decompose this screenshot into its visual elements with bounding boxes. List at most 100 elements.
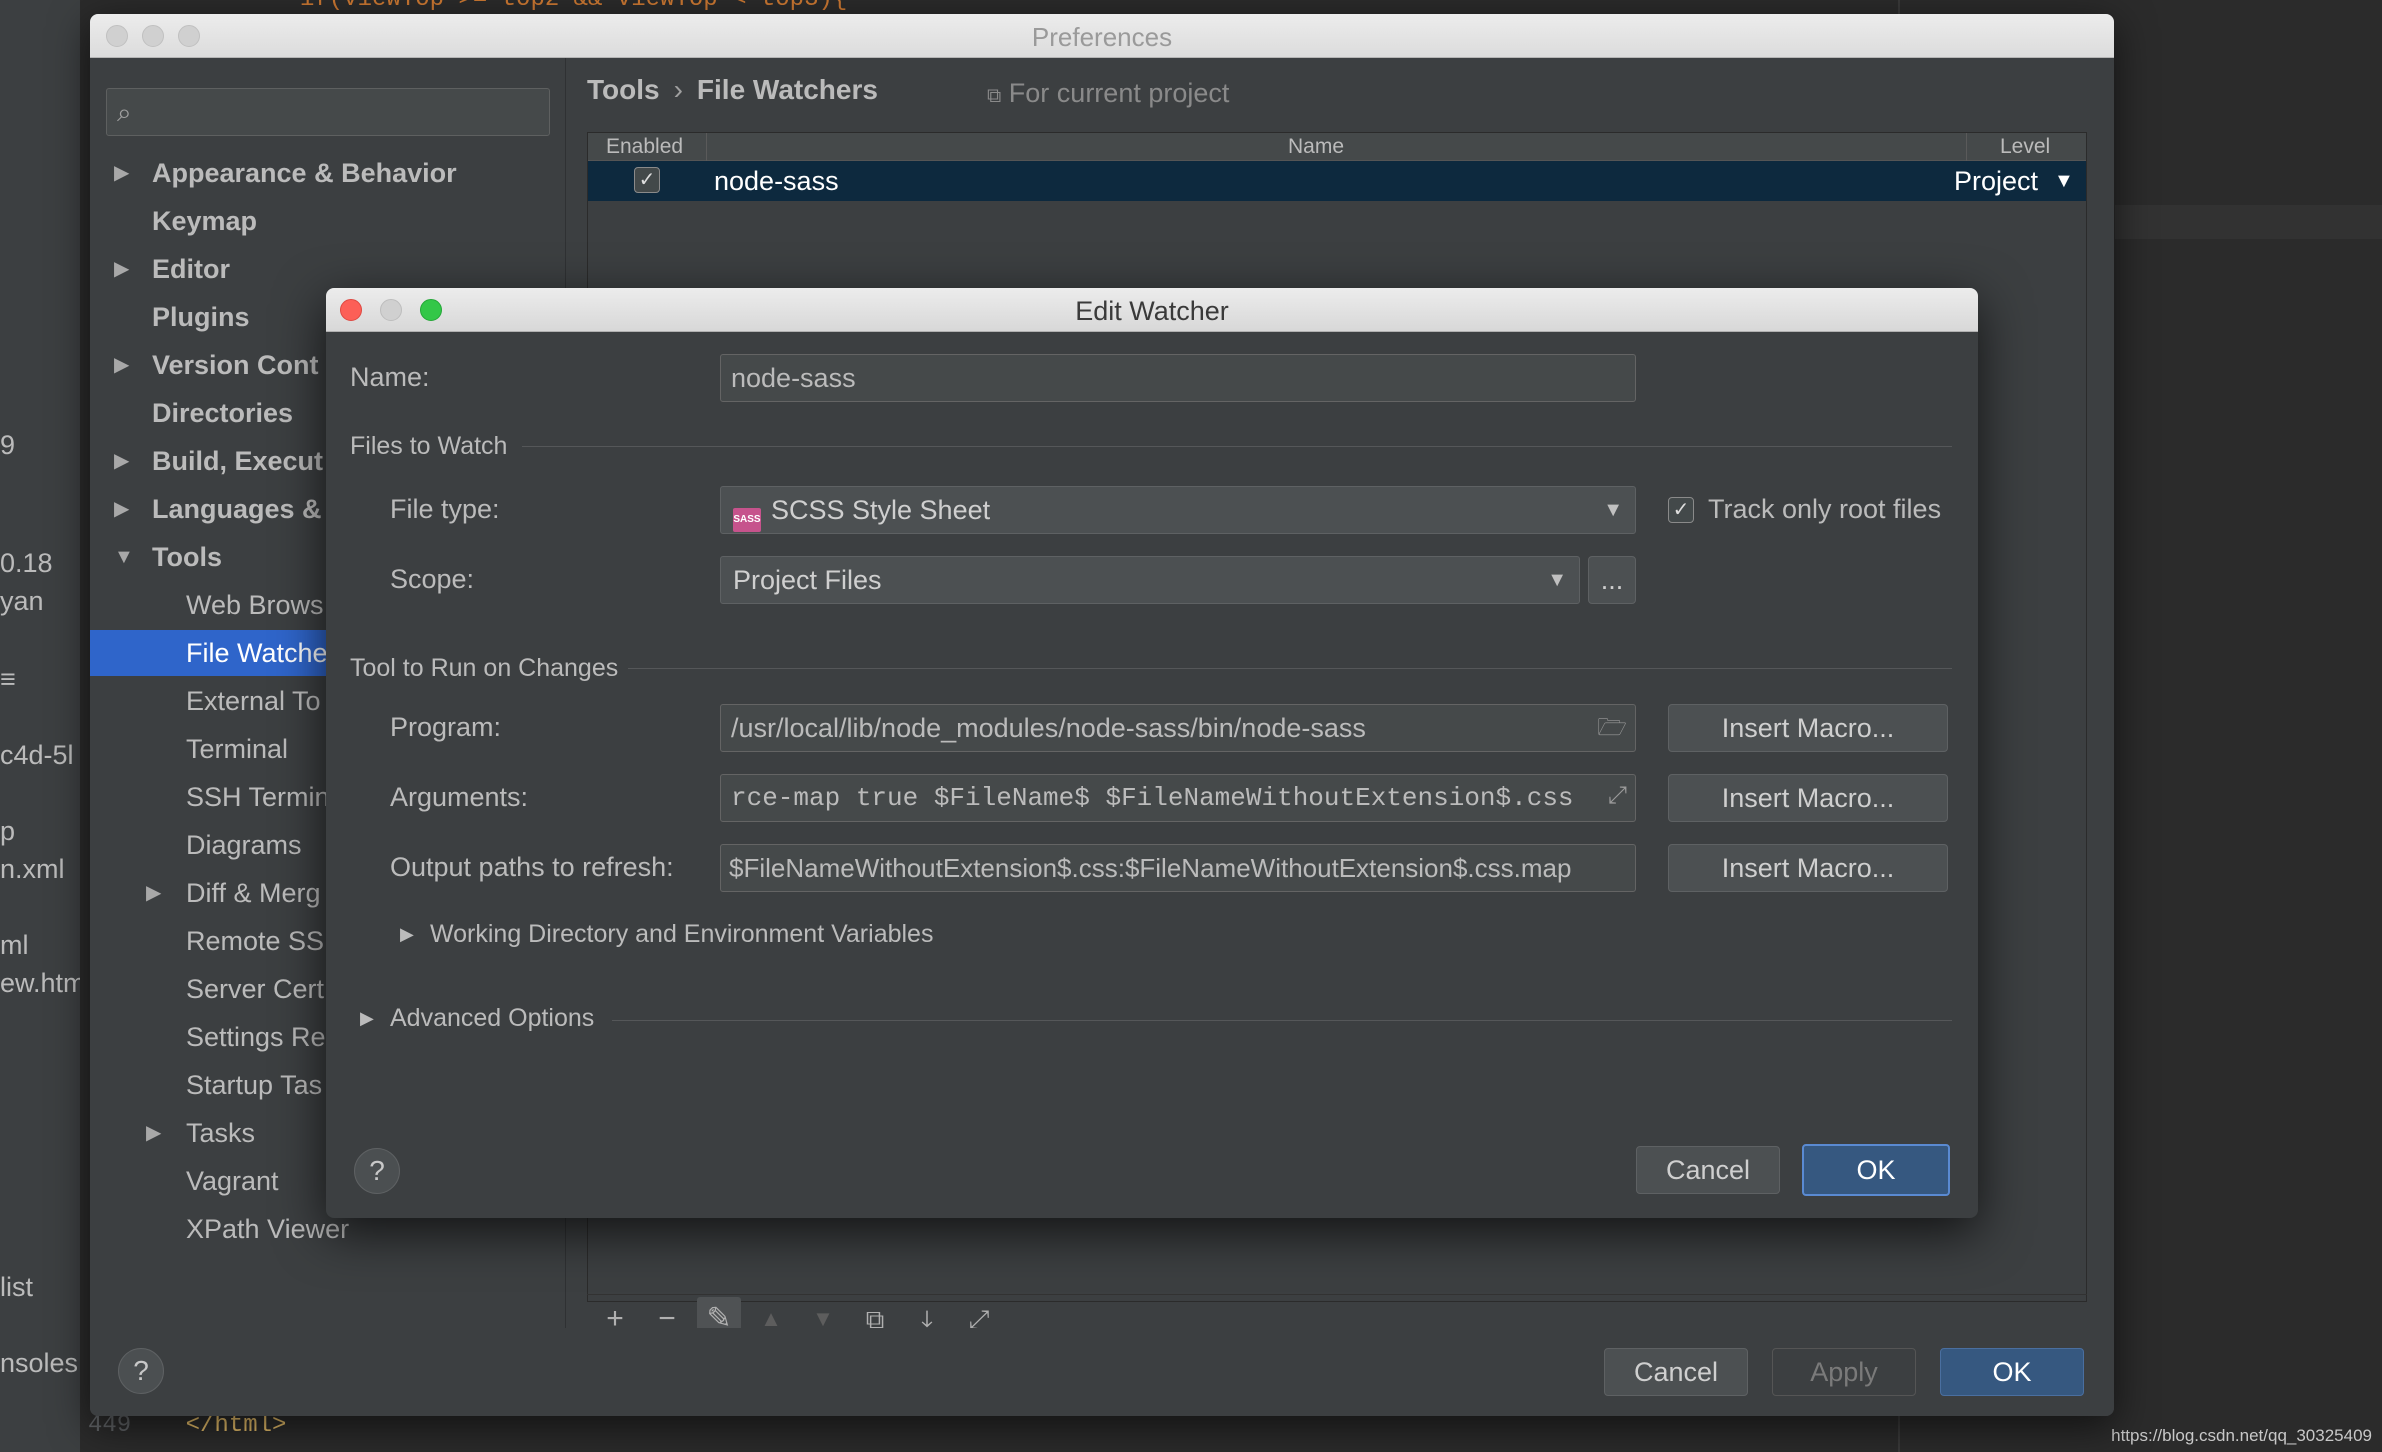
project-tree-fragment: ml xyxy=(0,930,29,960)
file-type-value: SCSS Style Sheet xyxy=(771,495,991,525)
name-field[interactable]: node-sass xyxy=(720,354,1636,402)
chevron-right-icon[interactable]: ▶ xyxy=(146,1110,161,1156)
chevron-down-icon: ▼ xyxy=(1603,499,1623,521)
section-divider xyxy=(522,446,1952,447)
project-tree-fragment: nsoles xyxy=(0,1348,79,1378)
project-tree-fragment: 9 xyxy=(0,430,16,460)
advanced-options-toggle[interactable]: Advanced Options xyxy=(390,1004,594,1033)
scope-browse-button[interactable]: ... xyxy=(1588,556,1636,604)
insert-macro-output-button[interactable]: Insert Macro... xyxy=(1668,844,1948,892)
insert-macro-arguments-button[interactable]: Insert Macro... xyxy=(1668,774,1948,822)
table-row[interactable]: ✓ node-sass Project ▼ xyxy=(588,161,2086,201)
dialog-title: Edit Watcher xyxy=(1075,296,1229,326)
arguments-label: Arguments: xyxy=(390,782,529,812)
working-directory-toggle[interactable]: Working Directory and Environment Variab… xyxy=(430,920,933,949)
apply-button[interactable]: Apply xyxy=(1772,1348,1916,1396)
sidebar-item[interactable]: ▶ Appearance & Behavior xyxy=(90,150,566,196)
chevron-right-icon[interactable]: ▶ xyxy=(114,342,129,388)
sidebar-item-label: Terminal xyxy=(186,734,289,764)
chevron-right-icon[interactable]: ▶ xyxy=(114,150,129,196)
enabled-checkbox[interactable]: ✓ xyxy=(634,167,660,193)
project-icon: ⧉ xyxy=(987,85,1002,107)
track-root-label[interactable]: Track only root files xyxy=(1708,494,1941,525)
breadcrumb-separator: › xyxy=(673,74,683,105)
preferences-footer: ? Cancel Apply OK xyxy=(90,1328,2114,1416)
output-paths-label: Output paths to refresh: xyxy=(390,852,674,882)
search-icon: ⌕ xyxy=(117,97,132,127)
chevron-right-icon[interactable]: ▶ xyxy=(114,246,129,292)
program-value: /usr/local/lib/node_modules/node-sass/bi… xyxy=(731,713,1366,743)
files-to-watch-heading: Files to Watch xyxy=(350,432,508,460)
column-level[interactable]: Level xyxy=(2000,135,2050,159)
file-type-dropdown[interactable]: SASS SCSS Style Sheet ▼ xyxy=(720,486,1636,534)
help-button[interactable]: ? xyxy=(354,1148,400,1194)
edit-watcher-dialog: Edit Watcher Name: node-sass Files to Wa… xyxy=(326,288,1978,1218)
sidebar-item-label: Vagrant xyxy=(186,1166,279,1196)
arguments-field[interactable]: rce-map true $FileName$ $FileNameWithout… xyxy=(720,774,1636,822)
chevron-down-icon: ▼ xyxy=(1547,569,1567,591)
chevron-right-icon[interactable]: ▶ xyxy=(114,486,129,532)
sidebar-item-label: SSH Termin xyxy=(186,782,330,812)
dialog-titlebar: Edit Watcher xyxy=(326,288,1978,332)
breadcrumb-current: File Watchers xyxy=(696,74,878,105)
sidebar-item-label: Tools xyxy=(152,542,222,572)
expand-arrow-icon[interactable]: ▶ xyxy=(400,924,414,945)
project-tree-fragment: ≡ xyxy=(0,664,16,694)
expand-icon[interactable]: ⤢ xyxy=(1608,775,1627,821)
section-divider xyxy=(628,668,1952,669)
level-dropdown-icon[interactable]: ▼ xyxy=(2054,170,2074,193)
project-tree-fragment: list xyxy=(0,1272,33,1302)
sidebar-item-label: Diff & Merg xyxy=(186,878,321,908)
sidebar-item-label: Languages & xyxy=(152,494,322,524)
watcher-level[interactable]: Project xyxy=(1954,166,2038,197)
column-name[interactable]: Name xyxy=(1288,135,1344,159)
project-tree-fragment: ew.htm xyxy=(0,968,80,998)
project-tree-fragment: 0.18 xyxy=(0,548,53,578)
chevron-right-icon[interactable]: ▶ xyxy=(114,438,129,484)
cancel-button[interactable]: Cancel xyxy=(1604,1348,1748,1396)
sidebar-item-label: Web Brows xyxy=(186,590,324,620)
folder-icon[interactable]: 🗁 xyxy=(1597,705,1627,751)
code-line-bottom: 449 </html> xyxy=(88,1412,286,1439)
project-tree-fragment: n.xml xyxy=(0,854,65,884)
sidebar-item-label: Tasks xyxy=(186,1118,256,1148)
section-divider xyxy=(612,1020,1952,1021)
cancel-button[interactable]: Cancel xyxy=(1636,1146,1780,1194)
output-paths-field[interactable]: $FileNameWithoutExtension$.css:$FileName… xyxy=(720,844,1636,892)
track-root-checkbox[interactable]: ✓ xyxy=(1668,497,1694,523)
expand-arrow-icon[interactable]: ▶ xyxy=(360,1008,374,1029)
help-button[interactable]: ? xyxy=(118,1348,164,1394)
column-divider xyxy=(1966,133,1967,161)
sass-file-icon: SASS xyxy=(733,508,761,532)
window-title: Preferences xyxy=(1031,22,1173,52)
file-type-label: File type: xyxy=(390,494,500,524)
chevron-right-icon[interactable]: ▶ xyxy=(146,870,161,916)
html-close-tag: </html> xyxy=(185,1412,287,1439)
column-enabled[interactable]: Enabled xyxy=(606,135,683,159)
insert-macro-program-button[interactable]: Insert Macro... xyxy=(1668,704,1948,752)
breadcrumb-parent[interactable]: Tools xyxy=(587,74,660,105)
settings-search-input[interactable]: ⌕ xyxy=(106,88,550,136)
sidebar-item[interactable]: Keymap xyxy=(90,198,566,244)
ok-button[interactable]: OK xyxy=(1940,1348,2084,1396)
program-label: Program: xyxy=(390,712,502,742)
project-tree-fragment: yan xyxy=(0,586,44,616)
scope-dropdown[interactable]: Project Files ▼ xyxy=(720,556,1580,604)
sidebar-item-label: Settings Re xyxy=(186,1022,326,1052)
arguments-value: rce-map true $FileName$ $FileNameWithout… xyxy=(731,783,1574,813)
ok-button[interactable]: OK xyxy=(1802,1144,1950,1196)
breadcrumb: Tools › File Watchers xyxy=(587,74,878,106)
sidebar-item-label: Remote SSH xyxy=(186,926,344,956)
caret-row-highlight xyxy=(2115,205,2382,239)
preferences-titlebar: Preferences xyxy=(90,14,2114,58)
sidebar-item-label: Plugins xyxy=(152,302,250,332)
sidebar-item[interactable]: ▶ Editor xyxy=(90,246,566,292)
chevron-down-icon[interactable]: ▼ xyxy=(114,534,134,580)
sidebar-item-label: Keymap xyxy=(152,206,258,236)
sidebar-item-label: Appearance & Behavior xyxy=(152,158,457,188)
project-tool-window: 9 0.18 yan ≡ c4d-5l p n.xml ml ew.htm li… xyxy=(0,0,80,1452)
program-field[interactable]: /usr/local/lib/node_modules/node-sass/bi… xyxy=(720,704,1636,752)
table-header: Enabled Name Level xyxy=(588,133,2086,161)
sidebar-item-label: Startup Tas xyxy=(186,1070,323,1100)
sidebar-item-label: XPath Viewer xyxy=(186,1214,350,1244)
